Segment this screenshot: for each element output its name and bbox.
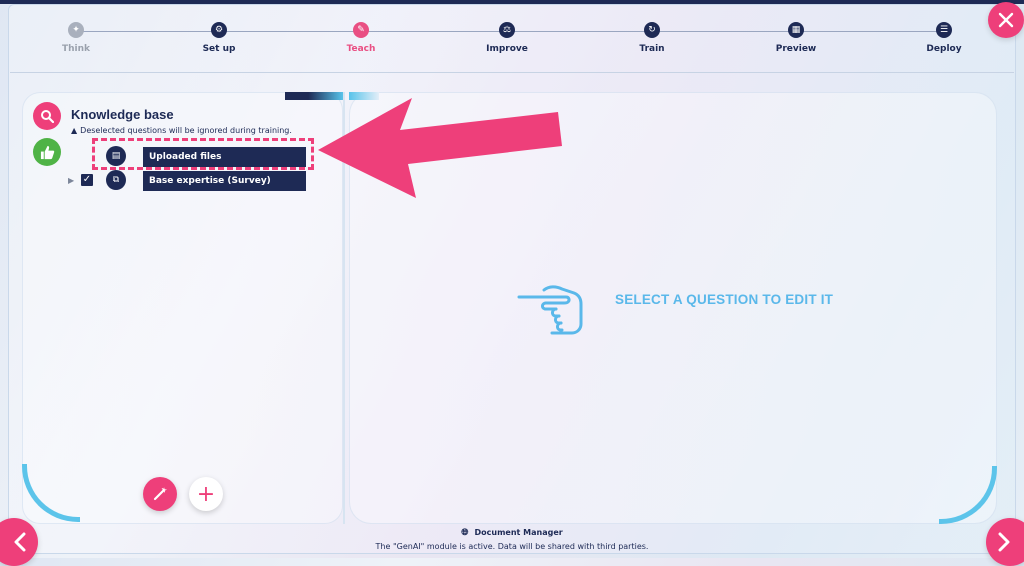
step-label: Preview <box>775 44 817 54</box>
step-teach[interactable]: ✎ Teach <box>316 22 406 54</box>
step-label: Deploy <box>926 44 962 54</box>
chevron-right-icon <box>998 532 1010 552</box>
step-deploy[interactable]: ☰ Deploy <box>899 22 989 54</box>
step-set-up[interactable]: ⚙ Set up <box>174 22 264 54</box>
globe-icon: 🌐︎ <box>461 528 469 538</box>
step-label: Set up <box>202 44 236 54</box>
knowledge-base-title: Knowledge base <box>71 107 174 122</box>
module-name: Document Manager <box>474 528 563 537</box>
magic-wand-button[interactable] <box>143 477 177 511</box>
knowledge-base-note: ▲ Deselected questions will be ignored du… <box>71 126 292 135</box>
close-icon <box>998 12 1014 28</box>
stepper: ✦ Think ⚙ Set up ✎ Teach ⚖ Improve ↻ Tra… <box>0 22 1024 62</box>
annotation-arrow-icon <box>318 98 562 198</box>
header-divider <box>10 72 1014 73</box>
improve-icon: ⚖ <box>499 22 515 38</box>
step-preview[interactable]: ▦ Preview <box>751 22 841 54</box>
structure-icon: ⧉ <box>106 170 126 190</box>
empty-state: SELECT A QUESTION TO EDIT IT <box>516 280 836 340</box>
item-checkbox[interactable]: ✓ <box>81 174 93 186</box>
step-label: Think <box>61 44 91 54</box>
chevron-left-icon <box>14 532 26 552</box>
preview-icon: ▦ <box>788 22 804 38</box>
close-button[interactable] <box>988 2 1024 38</box>
search-button[interactable] <box>33 102 61 130</box>
step-label: Improve <box>486 44 528 54</box>
step-train[interactable]: ↻ Train <box>607 22 697 54</box>
step-label: Teach <box>346 44 376 54</box>
tree-item-label[interactable]: Base expertise (Survey) <box>143 171 306 191</box>
step-improve[interactable]: ⚖ Improve <box>462 22 552 54</box>
thumbs-up-icon <box>40 145 54 159</box>
note-text: Deselected questions will be ignored dur… <box>80 126 292 135</box>
genai-notice: The "GenAI" module is active. Data will … <box>375 542 649 551</box>
gear-icon: ⚙ <box>211 22 227 38</box>
next-step-button[interactable] <box>986 518 1024 566</box>
empty-state-text: SELECT A QUESTION TO EDIT IT <box>615 292 834 307</box>
step-label: Train <box>639 44 665 54</box>
search-icon <box>41 110 54 123</box>
deploy-icon: ☰ <box>936 22 952 38</box>
expand-caret-icon[interactable]: ▶ <box>68 176 74 185</box>
approve-button[interactable] <box>33 138 61 166</box>
pencil-icon: ✎ <box>353 22 369 38</box>
document-manager-link[interactable]: 🌐︎ Document Manager <box>0 528 1024 538</box>
add-button[interactable]: + <box>189 477 223 511</box>
pointing-hand-icon <box>517 285 583 335</box>
annotation-highlight-box <box>92 138 314 170</box>
step-think[interactable]: ✦ Think <box>31 22 121 54</box>
train-icon: ↻ <box>644 22 660 38</box>
magic-wand-icon <box>153 487 167 501</box>
bulb-icon: ✦ <box>68 22 84 38</box>
tree-item-base-expertise[interactable]: ▶ ✓ ⧉ Base expertise (Survey) <box>68 170 313 192</box>
warning-icon: ▲ <box>71 126 78 135</box>
